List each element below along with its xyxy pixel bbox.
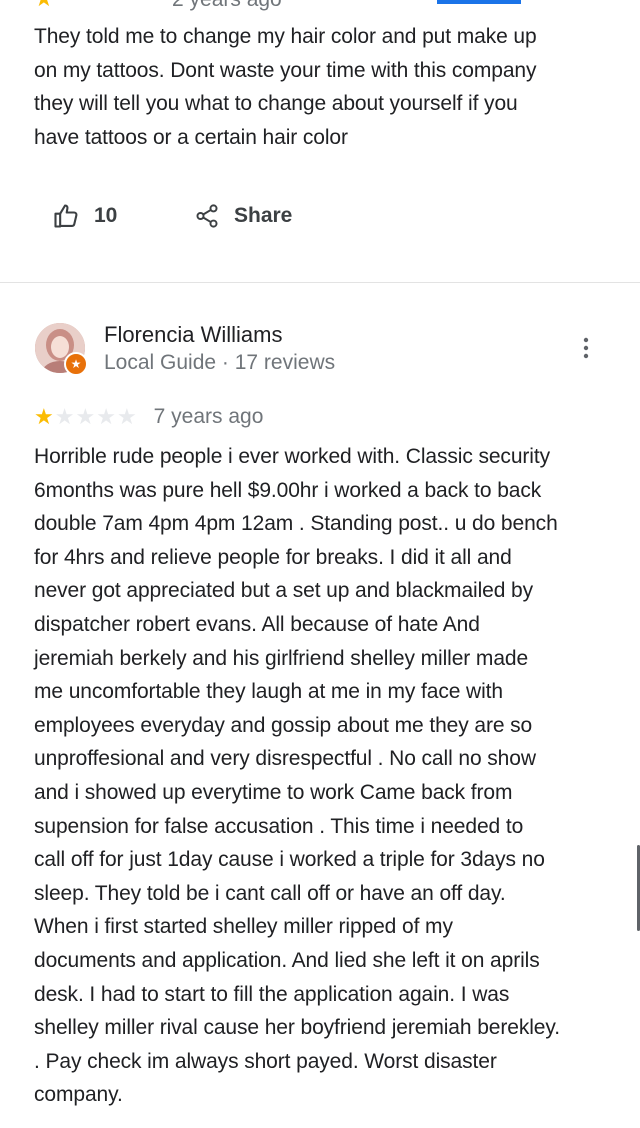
previous-review-text: They told me to change my hair color and… (34, 25, 537, 149)
star-filled-icon: ★ (34, 404, 54, 429)
author-meta: Local Guide · 17 reviews (104, 351, 336, 374)
like-button[interactable]: 10 (52, 192, 117, 240)
star-empty-icon: ★ (96, 404, 116, 429)
star-empty-icon: ★ (116, 404, 137, 429)
rating-row: ★ ★ ★ ★ ★ 7 years ago (34, 402, 263, 432)
previous-review-date: 2 years ago (172, 0, 282, 12)
share-label: Share (234, 204, 293, 227)
star-rating: ★ ★ ★ ★ ★ (34, 406, 138, 428)
review-divider (0, 282, 640, 283)
like-count: 10 (94, 204, 118, 227)
thumbs-up-icon (52, 202, 80, 230)
previous-review-stars: ★ (34, 0, 54, 12)
previous-review-header-cutoff: ★ 2 years ago (0, 0, 640, 20)
star-empty-icon: ★ (54, 404, 75, 429)
review-date: 7 years ago (153, 405, 264, 428)
more-vert-icon (582, 337, 590, 364)
review-text: Horrible rude people i ever worked with.… (34, 445, 560, 1107)
more-options-button[interactable] (572, 336, 600, 364)
share-button[interactable]: Share (194, 192, 292, 240)
tab-indicator (437, 0, 521, 4)
star-badge-icon: ★ (64, 352, 88, 376)
star-empty-icon: ★ (75, 404, 96, 429)
author-name[interactable]: Florencia Williams (104, 322, 282, 348)
share-icon (194, 203, 220, 229)
review-actions: 10 Share (0, 192, 640, 240)
avatar[interactable]: ★ (35, 323, 88, 376)
